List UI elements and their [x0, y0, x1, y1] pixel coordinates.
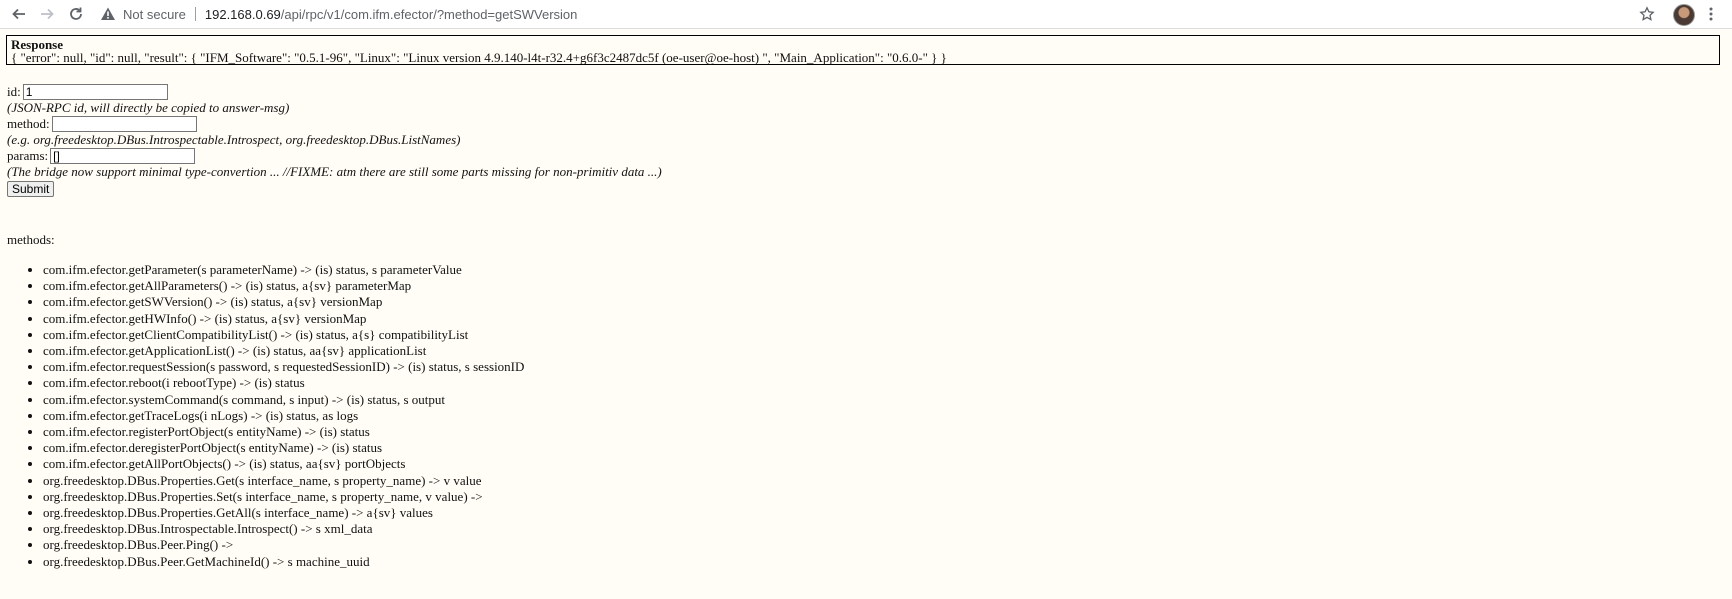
response-body: { "error": null, "id": null, "result": {… — [11, 50, 947, 65]
browser-menu-button[interactable] — [1700, 3, 1722, 25]
list-item: com.ifm.efector.registerPortObject(s ent… — [43, 424, 524, 440]
url-host: 192.168.0.69 — [204, 6, 281, 22]
url-path: /api/rpc/v1/com.ifm.efector/?method=getS… — [280, 6, 578, 22]
methods-label: methods: — [7, 232, 55, 247]
id-hint: (JSON-RPC id, will directly be copied to… — [7, 100, 290, 115]
list-item: org.freedesktop.DBus.Properties.Set(s in… — [43, 489, 524, 505]
list-item: com.ifm.efector.getClientCompatibilityLi… — [43, 327, 524, 343]
list-item: org.freedesktop.DBus.Peer.GetMachineId()… — [43, 554, 524, 570]
back-button[interactable] — [8, 3, 30, 25]
list-item: com.ifm.efector.deregisterPortObject(s e… — [43, 440, 524, 456]
list-item: com.ifm.efector.getTraceLogs(i nLogs) ->… — [43, 408, 524, 424]
list-item: com.ifm.efector.getAllParameters() -> (i… — [43, 278, 524, 294]
reload-icon — [70, 7, 82, 20]
submit-button[interactable]: Submit — [7, 181, 55, 197]
method-row: method: — [7, 116, 662, 132]
params-input[interactable] — [50, 148, 196, 164]
list-item: org.freedesktop.DBus.Peer.Ping() -> — [43, 537, 524, 553]
params-hint: (The bridge now support minimal type-con… — [7, 164, 662, 179]
list-item: com.ifm.efector.reboot(i rebootType) -> … — [43, 375, 524, 391]
arrow-right-icon — [41, 8, 54, 20]
method-hint: (e.g. org.freedesktop.DBus.Introspectabl… — [7, 132, 461, 147]
bookmark-button[interactable] — [1636, 3, 1658, 25]
list-item: com.ifm.efector.getAllPortObjects() -> (… — [43, 456, 524, 472]
list-item: com.ifm.efector.getSWVersion() -> (is) s… — [43, 294, 524, 310]
list-item: com.ifm.efector.getApplicationList() -> … — [43, 343, 524, 359]
star-icon — [1639, 6, 1655, 21]
params-label: params: — [7, 148, 49, 163]
more-vertical-icon — [1709, 7, 1713, 21]
list-item: com.ifm.efector.systemCommand(s command,… — [43, 392, 524, 408]
browser-toolbar: Not secure 192.168.0.69/api/rpc/v1/com.i… — [0, 0, 1732, 29]
list-item: org.freedesktop.DBus.Properties.Get(s in… — [43, 473, 524, 489]
profile-avatar[interactable] — [1673, 4, 1695, 26]
method-input[interactable] — [51, 116, 197, 132]
method-label: method: — [7, 116, 50, 131]
list-item: com.ifm.efector.getParameter(s parameter… — [43, 262, 524, 278]
security-status-label[interactable]: Not secure — [123, 7, 186, 22]
params-row: params: — [7, 148, 662, 164]
list-item: org.freedesktop.DBus.Introspectable.Intr… — [43, 521, 524, 537]
rpc-form: id: (JSON-RPC id, will directly be copie… — [7, 84, 662, 197]
arrow-left-icon — [12, 8, 25, 20]
list-item: com.ifm.efector.requestSession(s passwor… — [43, 359, 524, 375]
id-row: id: — [7, 84, 662, 100]
list-item: com.ifm.efector.getHWInfo() -> (is) stat… — [43, 311, 524, 327]
id-label: id: — [7, 84, 21, 99]
list-item: org.freedesktop.DBus.Properties.GetAll(s… — [43, 505, 524, 521]
warning-triangle-icon — [101, 7, 115, 20]
address-divider — [194, 7, 196, 21]
reload-button[interactable] — [65, 3, 87, 25]
response-box: Response { "error": null, "id": null, "r… — [6, 35, 1720, 65]
forward-button[interactable] — [36, 3, 58, 25]
id-input[interactable] — [22, 84, 168, 100]
methods-list: com.ifm.efector.getParameter(s parameter… — [24, 262, 524, 570]
address-bar[interactable]: Not secure 192.168.0.69/api/rpc/v1/com.i… — [100, 2, 1640, 26]
